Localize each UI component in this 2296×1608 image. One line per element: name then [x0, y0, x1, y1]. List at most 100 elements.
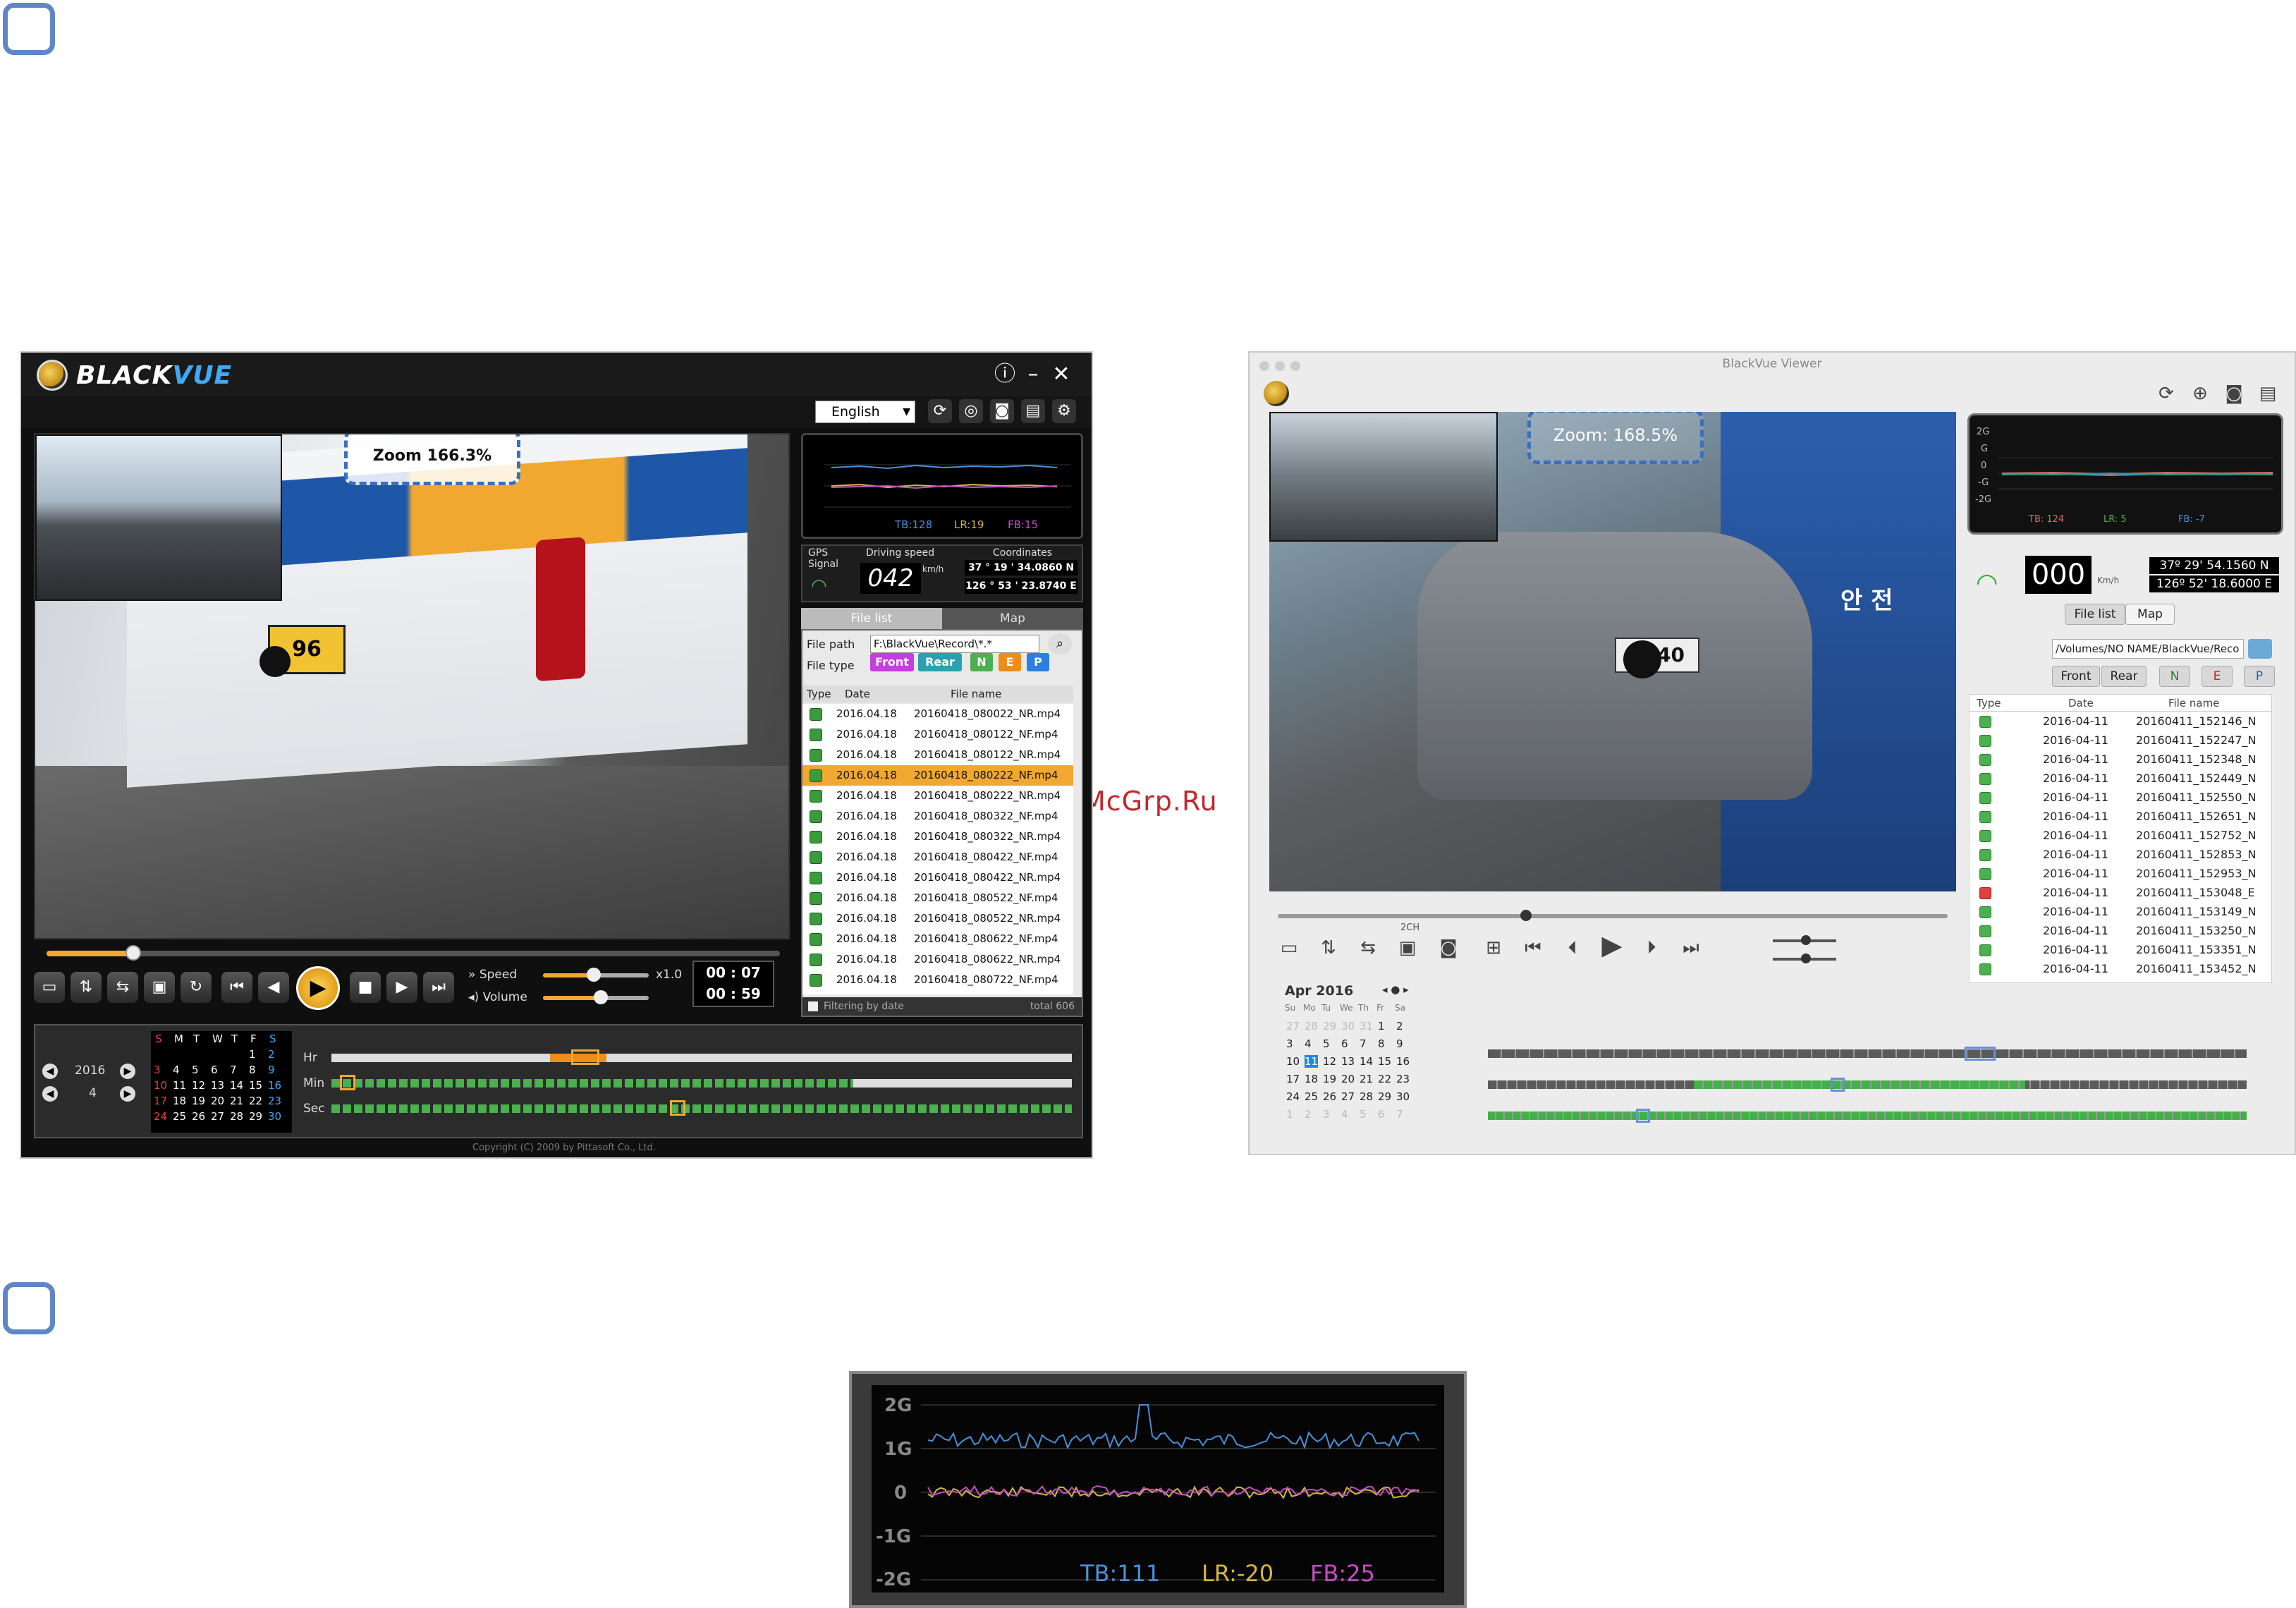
- calendar-day[interactable]: 14: [1360, 1055, 1373, 1068]
- calendar-day[interactable]: 13: [211, 1079, 224, 1092]
- table-row[interactable]: 2016-04-11 20160411_152449_N: [1970, 769, 2273, 788]
- file-path-input[interactable]: /Volumes/NO NAME/BlackVue/Reco: [2052, 639, 2244, 659]
- seek-handle[interactable]: [126, 945, 141, 961]
- calendar-day[interactable]: 30: [1341, 1020, 1355, 1033]
- calendar-day[interactable]: 26: [1323, 1090, 1336, 1103]
- hour-marker[interactable]: [1965, 1047, 1996, 1061]
- minimize-button[interactable]: –: [1021, 363, 1045, 386]
- skip-forward-icon[interactable]: ⏭: [1677, 935, 1705, 961]
- table-row[interactable]: 2016-04-11 20160411_153048_E: [1970, 883, 2273, 902]
- filter-date-checkbox[interactable]: [808, 1001, 818, 1011]
- calendar-day[interactable]: 30: [1396, 1090, 1410, 1103]
- calendar-day[interactable]: 19: [192, 1095, 205, 1107]
- calendar-day[interactable]: 26: [192, 1110, 205, 1123]
- table-row[interactable]: 2016-04-11 20160411_152953_N: [1970, 864, 2273, 883]
- calendar-day[interactable]: 17: [154, 1095, 167, 1107]
- stop-icon[interactable]: ■: [350, 972, 381, 1003]
- calendar-day[interactable]: 25: [1305, 1090, 1318, 1103]
- second-marker[interactable]: [670, 1100, 685, 1116]
- calendar-day[interactable]: 1: [1378, 1020, 1385, 1033]
- calendar-day[interactable]: 20: [211, 1095, 224, 1107]
- step-back-icon[interactable]: ⏴: [1558, 935, 1587, 961]
- table-row[interactable]: 2016.04.18 20160418_080122_NF.mp4: [802, 724, 1073, 745]
- calendar-day[interactable]: 21: [1360, 1073, 1373, 1085]
- filter-parking[interactable]: P: [2244, 666, 2275, 687]
- calendar-day[interactable]: 16: [1396, 1055, 1410, 1068]
- calendar-day[interactable]: 7: [1396, 1108, 1403, 1121]
- filter-normal[interactable]: N: [2159, 666, 2190, 687]
- calendar-day[interactable]: 23: [1396, 1073, 1410, 1085]
- calendar-day[interactable]: 12: [192, 1079, 205, 1092]
- speed-slider[interactable]: [543, 968, 649, 982]
- calendar-day[interactable]: 18: [173, 1095, 186, 1107]
- table-row[interactable]: 2016.04.18 20160418_080322_NF.mp4: [802, 806, 1073, 827]
- calendar-day[interactable]: 31: [1360, 1020, 1373, 1033]
- calendar-day[interactable]: 4: [173, 1064, 180, 1076]
- calendar-day[interactable]: 1: [1286, 1108, 1293, 1121]
- volume-slider[interactable]: [543, 990, 649, 1004]
- step-forward-icon[interactable]: ⏵: [1637, 935, 1666, 961]
- table-row[interactable]: 2016.04.18 20160418_080722_NF.mp4: [802, 970, 1073, 990]
- calendar-day[interactable]: 7: [1360, 1037, 1367, 1050]
- table-row[interactable]: 2016.04.18 20160418_080622_NF.mp4: [802, 929, 1073, 949]
- calendar-day[interactable]: 20: [1341, 1073, 1355, 1085]
- fullscreen-icon[interactable]: ▭: [34, 972, 65, 1003]
- calendar-day[interactable]: 30: [268, 1110, 281, 1123]
- calendar-day[interactable]: 1: [249, 1048, 256, 1061]
- prev-month-icon[interactable]: ◀: [42, 1086, 58, 1102]
- volume-slider[interactable]: [1773, 954, 1836, 963]
- filter-front[interactable]: Front: [870, 653, 914, 671]
- tab-map[interactable]: Map: [942, 608, 1083, 629]
- video-view[interactable]: 제일 안 전 4140 Zoom: 168.5%: [1269, 412, 1956, 891]
- calendar-day[interactable]: 14: [230, 1079, 243, 1092]
- calendar-day[interactable]: 11: [173, 1079, 186, 1092]
- folder-icon[interactable]: [2248, 639, 2272, 659]
- calendar-day[interactable]: 9: [1396, 1037, 1403, 1050]
- calendar-day[interactable]: 24: [154, 1110, 167, 1123]
- gps-icon[interactable]: ◎: [959, 399, 983, 423]
- calendar-nav-icon[interactable]: ◂ ● ▸: [1382, 983, 1409, 996]
- calendar-day[interactable]: 10: [1286, 1055, 1300, 1068]
- seek-handle[interactable]: [1520, 910, 1532, 921]
- calendar-day[interactable]: 5: [1360, 1108, 1367, 1121]
- calendar-day[interactable]: 19: [1323, 1073, 1336, 1085]
- table-row[interactable]: 2016.04.18 20160418_080422_NR.mp4: [802, 867, 1073, 888]
- table-row[interactable]: 2016-04-11 20160411_152752_N: [1970, 826, 2273, 845]
- print-icon[interactable]: ▤: [1021, 399, 1045, 423]
- fullscreen-icon[interactable]: ▭: [1275, 935, 1303, 961]
- calendar-day[interactable]: 3: [154, 1064, 161, 1076]
- table-row[interactable]: 2016-04-11 20160411_152247_N: [1970, 731, 2273, 750]
- filter-event[interactable]: E: [999, 653, 1021, 671]
- camera-icon[interactable]: ◙: [990, 399, 1014, 423]
- calendar-day[interactable]: 2: [1396, 1020, 1403, 1033]
- calendar-day[interactable]: 22: [249, 1095, 262, 1107]
- table-row[interactable]: 2016-04-11 20160411_153250_N: [1970, 921, 2273, 940]
- minute-marker[interactable]: [340, 1075, 355, 1090]
- calendar-day[interactable]: 2: [268, 1048, 275, 1061]
- calendar-day[interactable]: 5: [1323, 1037, 1330, 1050]
- calendar-day[interactable]: 27: [211, 1110, 224, 1123]
- speed-slider[interactable]: [1773, 935, 1836, 945]
- calendar-day[interactable]: 28: [1305, 1020, 1318, 1033]
- calendar-day[interactable]: 11: [1305, 1055, 1319, 1068]
- calendar-day[interactable]: 7: [230, 1064, 237, 1076]
- calendar-day[interactable]: 18: [1305, 1073, 1318, 1085]
- search-icon[interactable]: ⌕: [1048, 633, 1072, 654]
- hour-track[interactable]: [331, 1054, 1072, 1062]
- mirror-icon[interactable]: ⇆: [107, 972, 138, 1003]
- skip-back-icon[interactable]: ⏮: [221, 972, 252, 1003]
- filter-parking[interactable]: P: [1027, 653, 1049, 671]
- table-row[interactable]: 2016-04-11 20160411_152146_N: [1970, 712, 2273, 731]
- calendar-day[interactable]: 27: [1286, 1020, 1300, 1033]
- close-button[interactable]: ✕: [1049, 363, 1073, 386]
- second-track[interactable]: [331, 1104, 1072, 1113]
- prev-year-icon[interactable]: ◀: [42, 1064, 58, 1079]
- step-back-icon[interactable]: ◀: [258, 972, 289, 1003]
- gear-icon[interactable]: ⚙: [1052, 399, 1076, 423]
- calendar-day[interactable]: 3: [1286, 1037, 1293, 1050]
- table-row[interactable]: 2016-04-11 20160411_153351_N: [1970, 940, 2273, 959]
- flip-icon[interactable]: ⇅: [1314, 935, 1343, 961]
- calendar-day[interactable]: 12: [1323, 1055, 1336, 1068]
- hour-marker[interactable]: [571, 1049, 599, 1065]
- skip-forward-icon[interactable]: ⏭: [423, 972, 454, 1003]
